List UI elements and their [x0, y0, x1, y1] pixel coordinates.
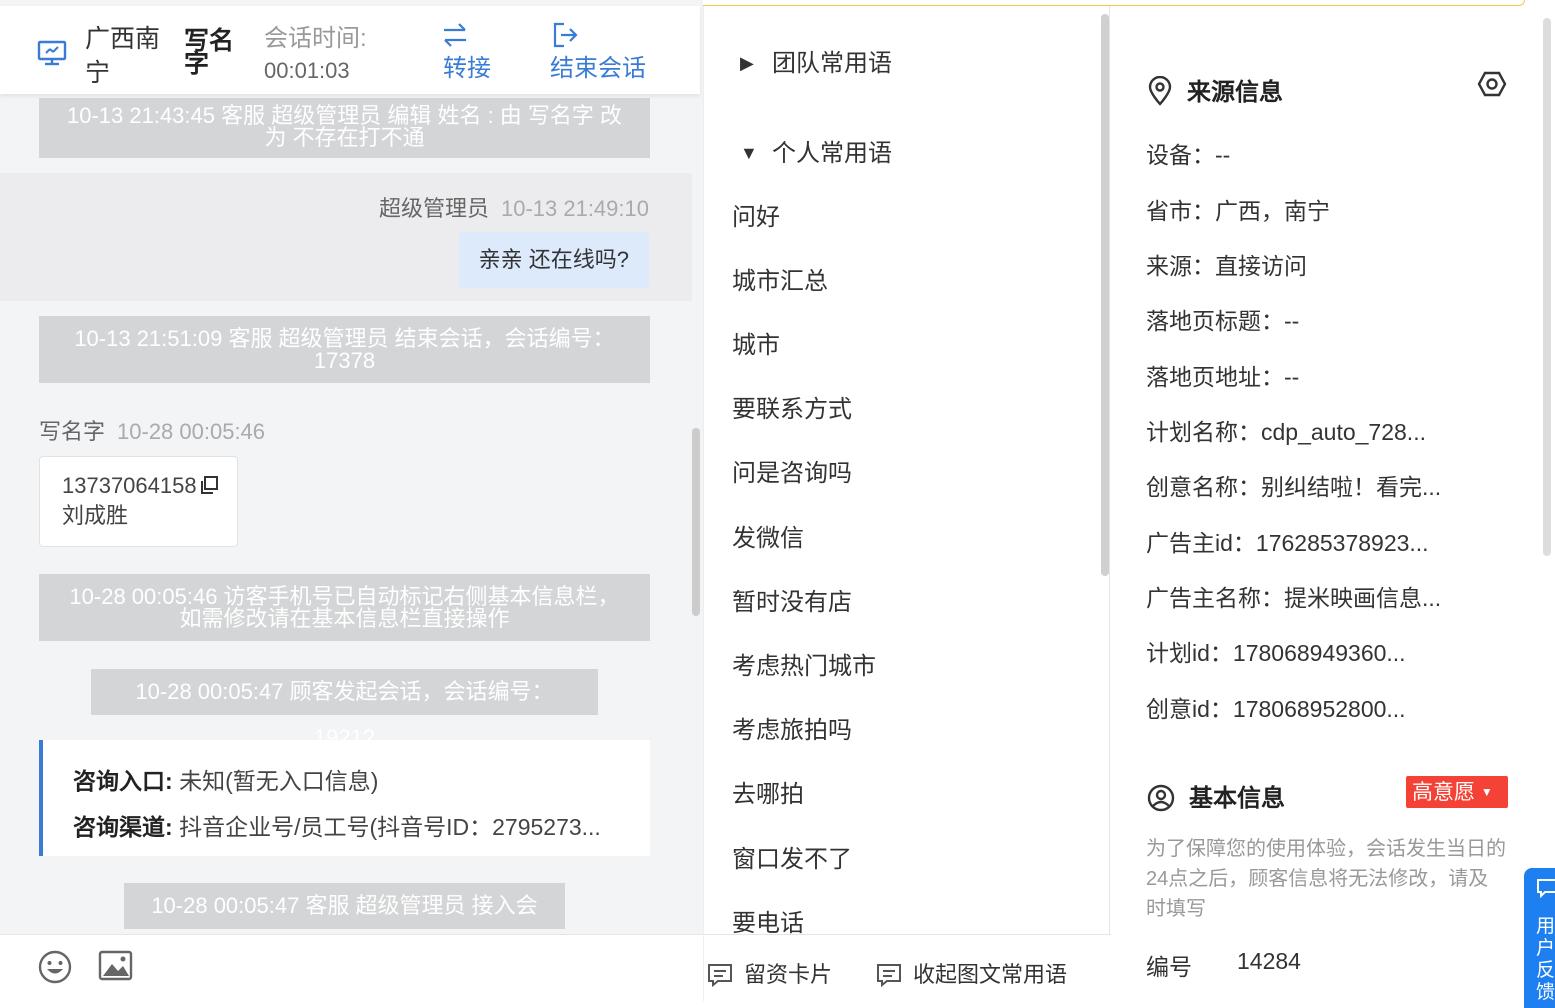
message-icon — [708, 964, 732, 988]
source-info-title: 来源信息 — [1147, 72, 1283, 107]
channel-value: 抖音企业号/员工号(抖音号ID：2795273... — [179, 814, 601, 840]
session-time-label: 会话时间: — [264, 25, 367, 52]
transfer-icon — [444, 23, 466, 47]
source-field: 创意名称：别纠结啦！看完... — [1146, 474, 1442, 500]
source-field: 创意id：178068952800... — [1146, 696, 1406, 722]
intent-tag-label: 高意愿 — [1412, 781, 1475, 804]
phrase-item[interactable]: 城市 — [732, 325, 780, 360]
chat-scrollbar[interactable] — [692, 428, 700, 616]
source-info-label: 来源信息 — [1187, 79, 1283, 106]
card-name: 刘成胜 — [62, 503, 129, 528]
chat-toolbar — [0, 934, 703, 1001]
phrase-item[interactable]: 要电话 — [732, 903, 804, 938]
phrase-item[interactable]: 问是咨询吗 — [732, 453, 852, 488]
caret-down-icon: ▼ — [740, 143, 758, 163]
feedback-label: 用户反馈 — [1536, 916, 1555, 1003]
agent-message-bubble: 亲亲 还在线吗? — [458, 232, 649, 288]
phrase-item[interactable]: 考虑热门城市 — [732, 646, 876, 681]
entry-label: 咨询入口: — [73, 768, 173, 794]
user-icon — [1147, 784, 1175, 812]
visitor-location: 广西南宁 — [85, 25, 161, 87]
phrase-item[interactable]: 暂时没有店 — [732, 582, 852, 617]
visitor-msg-time: 10-28 00:05:46 — [117, 419, 266, 444]
chat-bubble-icon — [1537, 879, 1555, 899]
chat-header: 广西南宁 写名字 会话时间: 00:01:03 转接 结束会话 — [0, 6, 700, 94]
agent-meta: 超级管理员 10-13 21:49:10 — [379, 191, 649, 223]
source-field: 设备：-- — [1146, 142, 1231, 168]
transfer-label: 转接 — [443, 55, 491, 82]
visitor-msg-name: 写名字 — [39, 419, 106, 444]
source-field: 广告主名称：提米映画信息... — [1146, 585, 1442, 611]
location-pin-icon — [1148, 75, 1172, 106]
exit-icon — [553, 22, 578, 48]
phrases-scrollbar[interactable] — [1101, 14, 1109, 576]
system-message-edit: 10-13 21:43:45 客服 超级管理员 编辑 姓名 : 由 写名字 改为… — [39, 98, 650, 158]
lead-card-button[interactable]: 留资卡片 — [706, 957, 832, 989]
image-icon[interactable] — [98, 949, 134, 983]
phrase-item[interactable]: 问好 — [732, 197, 780, 232]
system-message-start: 10-28 00:05:47 顾客发起会话，会话编号：19212 — [91, 669, 598, 750]
personal-phrases-group[interactable]: ▼ 个人常用语 — [740, 133, 892, 168]
card-phone: 13737064158 — [62, 473, 197, 498]
phrase-item[interactable]: 发微信 — [732, 518, 804, 553]
copy-icon[interactable] — [199, 475, 219, 495]
intent-tag-dropdown[interactable]: 高意愿 ▼ — [1406, 776, 1508, 808]
number-label: 编号 — [1146, 954, 1192, 980]
info-scrollbar[interactable] — [1543, 18, 1551, 556]
agent-message-row: 超级管理员 10-13 21:49:10 亲亲 还在线吗? — [0, 173, 692, 301]
visitor-meta: 写名字 10-28 00:05:46 — [39, 414, 265, 446]
settings-icon[interactable] — [1477, 69, 1507, 99]
source-field: 落地页地址：-- — [1146, 364, 1300, 390]
system-message-phone: 10-28 00:05:46 访客手机号已自动标记右侧基本信息栏，如需修改请在基… — [39, 574, 650, 641]
phrases-toolbar: 留资卡片 收起图文常用语 — [704, 934, 1111, 1001]
caret-right-icon: ▶ — [740, 53, 754, 73]
feedback-button[interactable]: 用户反馈 — [1524, 868, 1555, 1008]
collapse-phrases-button[interactable]: 收起图文常用语 — [875, 957, 1067, 989]
phrase-item[interactable]: 要联系方式 — [732, 389, 852, 424]
transfer-button[interactable]: 转接 — [440, 18, 494, 86]
source-field: 计划id：178068949360... — [1146, 640, 1406, 666]
basic-info-title: 基本信息 — [1147, 778, 1285, 813]
edit-notice: 为了保障您的使用体验，会话发生当日的24点之后，顾客信息将无法修改，请及时填写 — [1146, 838, 1506, 920]
entry-value: 未知(暂无入口信息) — [179, 768, 379, 794]
agent-time: 10-13 21:49:10 — [500, 196, 649, 221]
contact-card: 13737064158 刘成胜 — [39, 456, 238, 547]
source-field: 落地页标题：-- — [1146, 308, 1300, 334]
monitor-icon — [37, 40, 67, 66]
visitor-name: 写名字 — [184, 27, 235, 78]
info-panel: 来源信息 设备：-- 省市：广西，南宁 来源：直接访问 落地页标题：-- 落地页… — [1111, 6, 1555, 1001]
personal-phrases-label: 个人常用语 — [772, 140, 892, 167]
end-session-label: 结束会话 — [550, 55, 646, 82]
system-message-join: 10-28 00:05:47 客服 超级管理员 接入会话 — [124, 883, 565, 929]
caret-down-icon: ▼ — [1480, 785, 1493, 799]
phrase-item[interactable]: 城市汇总 — [732, 261, 828, 296]
team-phrases-label: 团队常用语 — [772, 50, 892, 77]
phrase-item[interactable]: 去哪拍 — [732, 774, 804, 809]
collapse-phrases-label: 收起图文常用语 — [913, 962, 1068, 987]
lead-card-label: 留资卡片 — [744, 962, 833, 987]
basic-info-label: 基本信息 — [1189, 785, 1285, 812]
consult-entry-card: 咨询入口: 未知(暂无入口信息) 咨询渠道: 抖音企业号/员工号(抖音号ID：2… — [39, 740, 650, 856]
phrases-panel: ▶ 团队常用语 ▼ 个人常用语 问好 城市汇总 城市 要联系方式 问是咨询吗 发微信… — [703, 6, 1111, 1001]
number-value: 14284 — [1237, 948, 1301, 974]
chat-panel: 广西南宁 写名字 会话时间: 00:01:03 转接 结束会话 10-13 21… — [0, 0, 703, 1001]
message-icon — [877, 964, 901, 988]
session-time: 00:01:03 — [264, 58, 350, 83]
phrase-item[interactable]: 考虑旅拍吗 — [732, 710, 852, 745]
team-phrases-group[interactable]: ▶ 团队常用语 — [740, 43, 892, 78]
channel-label: 咨询渠道: — [73, 814, 173, 840]
source-field: 省市：广西，南宁 — [1146, 198, 1330, 224]
system-message-end: 10-13 21:51:09 客服 超级管理员 结束会话，会话编号：17378 — [39, 316, 650, 383]
end-session-button[interactable]: 结束会话 — [550, 18, 650, 86]
source-field: 广告主id：176285378923... — [1146, 530, 1429, 556]
agent-name: 超级管理员 — [378, 196, 489, 221]
source-field: 来源：直接访问 — [1146, 253, 1307, 279]
phrase-item[interactable]: 窗口发不了 — [732, 839, 852, 874]
source-field: 计划名称：cdp_auto_728... — [1146, 419, 1426, 445]
emoji-icon[interactable] — [37, 949, 73, 985]
chat-messages[interactable]: 10-13 21:43:45 客服 超级管理员 编辑 姓名 : 由 写名字 改为… — [0, 94, 692, 934]
